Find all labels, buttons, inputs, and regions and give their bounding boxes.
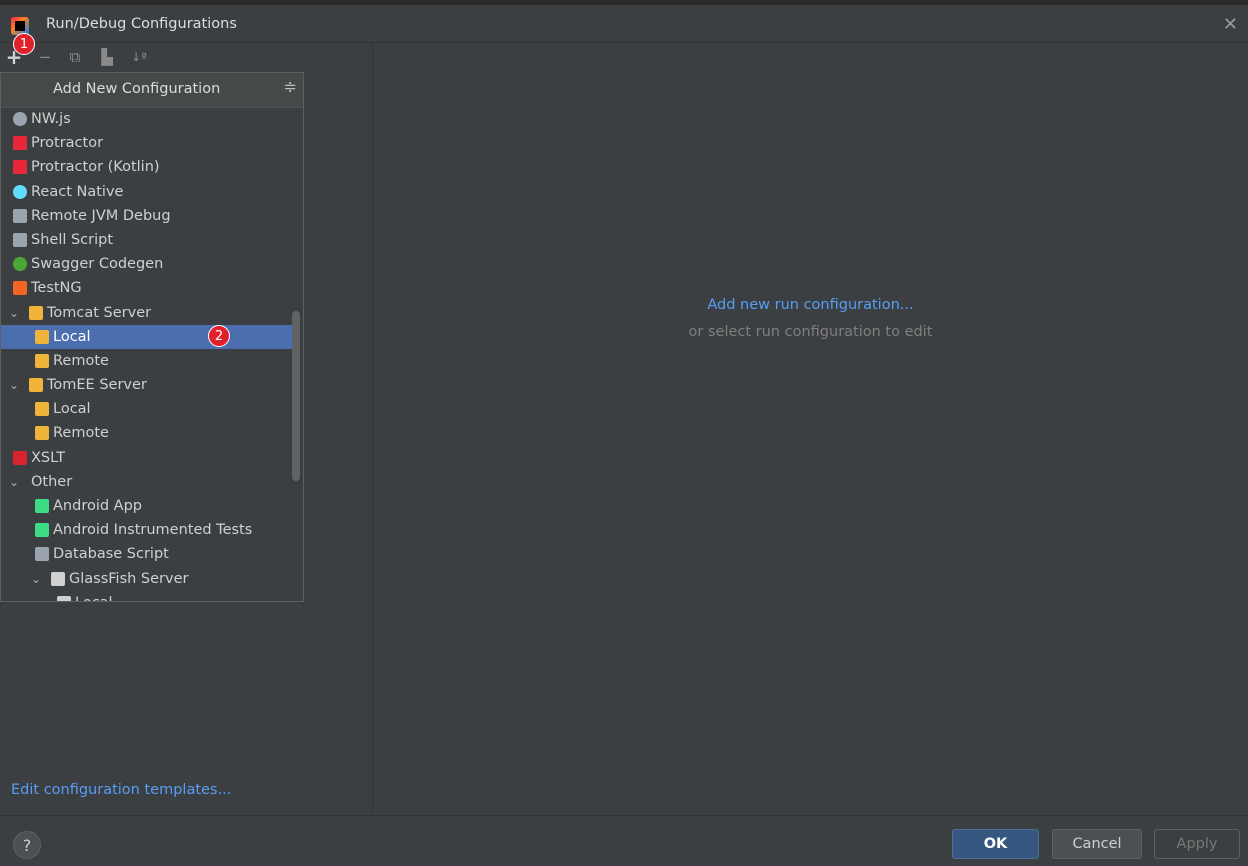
tree-item-label: GlassFish Server bbox=[69, 570, 189, 587]
tree-item[interactable]: Shell Script bbox=[1, 228, 293, 252]
tree-item[interactable]: Swagger Codegen bbox=[1, 252, 293, 276]
nwjs-icon bbox=[13, 112, 27, 126]
tree-item-label: Swagger Codegen bbox=[31, 256, 164, 273]
cancel-button[interactable]: Cancel bbox=[1052, 829, 1142, 859]
tree-item-label: Android Instrumented Tests bbox=[53, 522, 253, 539]
tree-item-label: React Native bbox=[31, 183, 124, 200]
protractor-icon bbox=[13, 136, 27, 151]
tomee-icon bbox=[35, 426, 49, 441]
step-badge-1: 1 bbox=[13, 33, 35, 55]
testng-icon bbox=[13, 281, 27, 296]
tree-item-label: Database Script bbox=[53, 546, 169, 563]
tree-item[interactable]: Remote JVM Debug bbox=[1, 204, 293, 228]
select-configuration-hint: or select run configuration to edit bbox=[688, 324, 933, 340]
tree-item[interactable]: Android App bbox=[1, 494, 293, 518]
xslt-icon bbox=[13, 450, 27, 465]
glassfish-icon bbox=[51, 571, 65, 586]
tree-item[interactable]: Database Script bbox=[1, 542, 293, 566]
folder-icon[interactable]: ▙ bbox=[98, 48, 116, 66]
chevron-down-icon[interactable]: ⌄ bbox=[29, 567, 43, 591]
swagger-icon bbox=[13, 257, 27, 272]
tree-item-label: Shell Script bbox=[31, 231, 114, 248]
tree-item-label: TomEE Server bbox=[47, 377, 147, 394]
title-bar: Run/Debug Configurations ✕ bbox=[0, 5, 1248, 43]
configuration-detail-panel: Add new run configuration... or select r… bbox=[373, 42, 1248, 815]
chevron-down-icon[interactable]: ⌄ bbox=[7, 373, 21, 397]
tree-item[interactable]: ⌄ Other bbox=[1, 470, 293, 494]
tree-item-label: Protractor bbox=[31, 135, 104, 152]
step-badge-2: 2 bbox=[208, 325, 230, 347]
tomcat-icon bbox=[35, 329, 49, 344]
android-icon bbox=[35, 499, 49, 513]
react-icon bbox=[13, 184, 27, 199]
database-script-icon bbox=[35, 547, 49, 562]
tree-item-label: XSLT bbox=[31, 449, 66, 466]
tree-item[interactable]: Local bbox=[1, 397, 293, 421]
tree-item-label: Android App bbox=[53, 498, 142, 514]
tree-item[interactable]: Android Instrumented Tests bbox=[1, 518, 293, 542]
apply-button[interactable]: Apply bbox=[1154, 829, 1240, 859]
popup-scrollbar[interactable] bbox=[292, 311, 300, 481]
tree-item[interactable]: ⌄ Tomcat Server bbox=[1, 301, 293, 325]
chevron-down-icon[interactable]: ⌄ bbox=[7, 301, 21, 325]
remote-debug-icon bbox=[13, 208, 27, 223]
tree-item[interactable]: Remote bbox=[1, 349, 293, 373]
tree-item-label: Protractor (Kotlin) bbox=[31, 159, 160, 176]
chevron-down-icon[interactable]: ⌄ bbox=[7, 470, 21, 494]
ok-button[interactable]: OK bbox=[952, 829, 1039, 859]
collapse-all-icon[interactable]: ≑ bbox=[284, 77, 297, 96]
tree-item[interactable]: React Native bbox=[1, 180, 293, 204]
tomee-icon bbox=[35, 402, 49, 417]
android-icon bbox=[35, 523, 49, 538]
dialog-footer: ? OK Cancel Apply bbox=[0, 815, 1248, 866]
tree-item-label: Remote bbox=[53, 425, 109, 442]
sort-icon[interactable]: ↓ª bbox=[130, 48, 148, 66]
popup-header: Add New Configuration ≑ bbox=[1, 73, 303, 108]
add-new-configuration-popup: Add New Configuration ≑ NW.js Protractor P… bbox=[0, 72, 304, 602]
configurations-toolbar: + − ⧉ ▙ ↓ª bbox=[0, 46, 372, 72]
tomcat-icon bbox=[35, 353, 49, 368]
tree-item[interactable]: XSLT bbox=[1, 446, 293, 470]
configuration-type-tree: NW.js Protractor Protractor (Kotlin) React … bbox=[1, 107, 293, 601]
tree-item-label: Local bbox=[75, 591, 113, 601]
copy-icon[interactable]: ⧉ bbox=[66, 48, 84, 66]
tree-item[interactable]: NW.js bbox=[1, 107, 293, 131]
add-new-run-configuration-link[interactable]: Add new run configuration... bbox=[373, 297, 1248, 313]
tree-item-label: TestNG bbox=[31, 280, 82, 297]
tomee-icon bbox=[29, 378, 43, 393]
tree-item-label: Remote JVM Debug bbox=[31, 207, 171, 224]
close-icon[interactable]: ✕ bbox=[1223, 14, 1238, 35]
tree-item-label: Other bbox=[31, 473, 73, 490]
shell-icon bbox=[13, 232, 27, 247]
protractor-icon bbox=[13, 160, 27, 175]
tree-item-label: NW.js bbox=[31, 111, 71, 127]
tree-item-label: Tomcat Server bbox=[47, 304, 152, 321]
tree-item[interactable]: Local bbox=[1, 591, 293, 601]
tree-item-label: Remote bbox=[53, 352, 109, 369]
tree-item[interactable]: ⌄ TomEE Server bbox=[1, 373, 293, 397]
popup-title: Add New Configuration bbox=[53, 81, 221, 97]
window-title: Run/Debug Configurations bbox=[46, 16, 237, 32]
tree-item-label: Local bbox=[53, 401, 91, 418]
help-button[interactable]: ? bbox=[13, 831, 41, 859]
edit-configuration-templates-link[interactable]: Edit configuration templates... bbox=[11, 782, 231, 798]
tree-item[interactable]: TestNG bbox=[1, 276, 293, 300]
tree-item[interactable]: Remote bbox=[1, 421, 293, 445]
tree-item[interactable]: Protractor (Kotlin) bbox=[1, 155, 293, 179]
remove-icon[interactable]: − bbox=[36, 48, 54, 66]
tree-item-label: Local bbox=[53, 328, 91, 345]
tomcat-icon bbox=[29, 305, 43, 320]
tree-item[interactable]: Local bbox=[1, 324, 293, 349]
tree-item[interactable]: Protractor bbox=[1, 131, 293, 155]
tree-item[interactable]: ⌄ GlassFish Server bbox=[1, 567, 293, 591]
glassfish-icon bbox=[57, 595, 71, 601]
